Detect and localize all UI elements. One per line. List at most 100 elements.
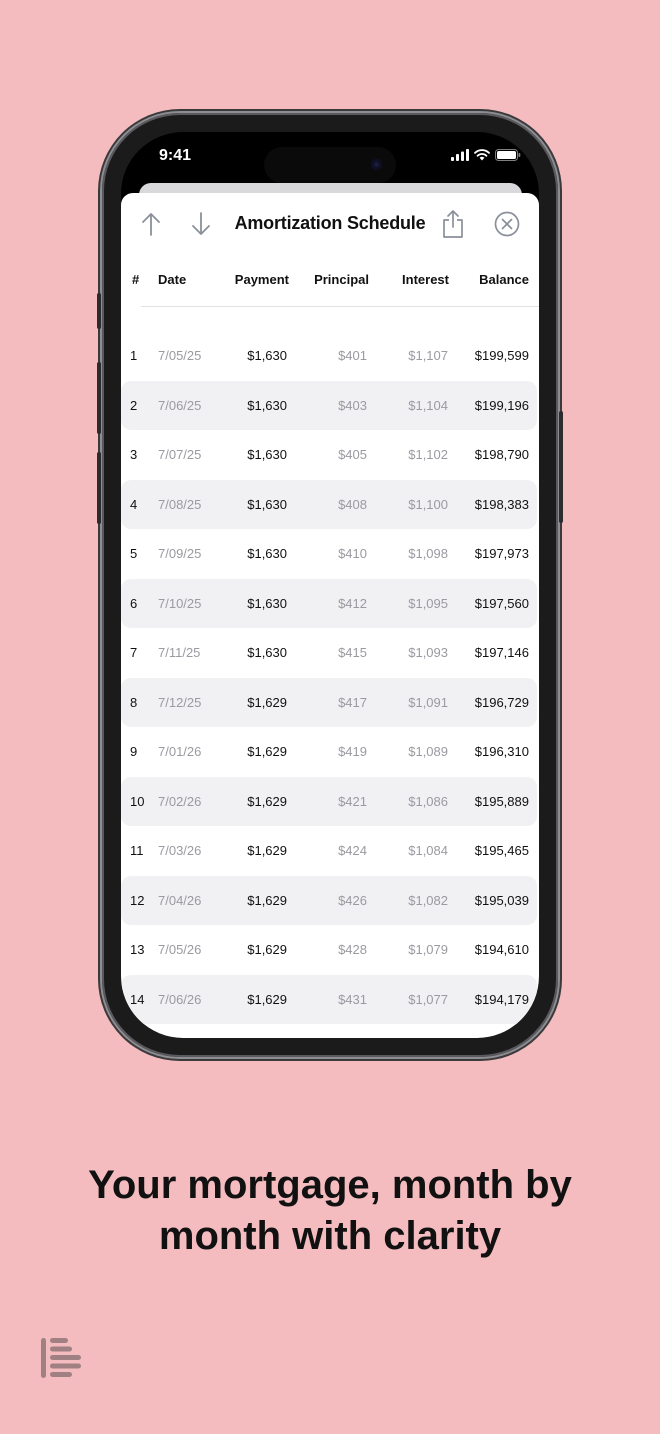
row-principal: $410 xyxy=(338,546,367,561)
row-interest: $1,093 xyxy=(408,645,448,660)
row-principal: $419 xyxy=(338,744,367,759)
row-payment: $1,629 xyxy=(247,991,287,1007)
row-balance: $195,039 xyxy=(474,892,529,908)
row-num: 1 xyxy=(130,348,138,363)
header-principal: Principal xyxy=(314,272,369,287)
row-num: 2 xyxy=(130,397,138,413)
caption-line-1: Your mortgage, month by xyxy=(88,1163,572,1207)
row-principal: $426 xyxy=(338,892,367,908)
row-num: 7 xyxy=(130,645,138,660)
close-button[interactable] xyxy=(492,209,522,239)
row-principal: $415 xyxy=(338,645,367,660)
action-button xyxy=(97,293,101,329)
row-principal: $417 xyxy=(338,694,367,710)
row-date: 7/08/25 xyxy=(158,496,202,512)
header-interest: Interest xyxy=(402,272,449,287)
row-balance: $198,790 xyxy=(474,447,529,462)
row-payment: $1,630 xyxy=(247,397,287,413)
row-balance: $196,729 xyxy=(474,694,529,710)
row-balance: $197,146 xyxy=(474,645,529,660)
table-row[interactable]: 3 7/07/25 $1,630 $405 $1,102 $198,790 xyxy=(121,430,537,480)
share-button[interactable] xyxy=(438,209,468,239)
power-button xyxy=(559,411,563,523)
table-row[interactable]: 1 7/05/25 $1,630 $401 $1,107 $199,599 xyxy=(121,331,537,381)
row-balance: $195,889 xyxy=(474,793,529,809)
row-principal: $424 xyxy=(338,843,367,858)
row-date: 7/02/26 xyxy=(158,793,202,809)
row-principal: $428 xyxy=(338,942,367,957)
camera-icon xyxy=(371,159,382,170)
table-row[interactable]: 2 7/06/25 $1,630 $403 $1,104 $199,196 xyxy=(121,380,537,430)
row-num: 12 xyxy=(130,892,145,908)
row-balance: $194,179 xyxy=(474,991,529,1007)
row-payment: $1,630 xyxy=(247,645,287,660)
row-payment: $1,630 xyxy=(247,546,287,561)
row-date: 7/01/26 xyxy=(158,744,202,759)
table-row[interactable]: 9 7/01/26 $1,629 $419 $1,089 $196,310 xyxy=(121,727,537,777)
row-payment: $1,629 xyxy=(247,793,287,809)
table-row[interactable]: 6 7/10/25 $1,630 $412 $1,095 $197,560 xyxy=(121,578,537,628)
caption-line-2: month with clarity xyxy=(158,1214,502,1258)
header-date: Date xyxy=(158,272,187,287)
row-interest: $1,089 xyxy=(408,744,448,759)
wifi-icon xyxy=(474,149,490,161)
row-payment: $1,629 xyxy=(247,892,287,908)
table-row[interactable]: 13 7/05/26 $1,629 $428 $1,079 $194,610 xyxy=(121,925,537,975)
row-interest: $1,095 xyxy=(408,595,448,611)
sheet-toolbar: Amortization Schedule xyxy=(121,193,539,253)
row-principal: $431 xyxy=(338,991,367,1007)
row-payment: $1,629 xyxy=(247,843,287,858)
row-balance: $196,310 xyxy=(474,744,529,759)
share-icon xyxy=(443,210,463,238)
row-principal: $408 xyxy=(338,496,367,512)
table-row[interactable]: 14 7/06/26 $1,629 $431 $1,077 $194,179 xyxy=(121,974,537,1024)
row-num: 9 xyxy=(130,744,138,759)
battery-icon xyxy=(495,149,521,161)
row-principal: $412 xyxy=(338,595,367,611)
app-logo-icon xyxy=(41,1338,81,1378)
row-interest: $1,077 xyxy=(408,991,448,1007)
header-divider xyxy=(141,306,539,307)
row-num: 14 xyxy=(130,991,145,1007)
row-payment: $1,630 xyxy=(247,447,287,462)
row-interest: $1,098 xyxy=(408,546,448,561)
row-balance: $199,196 xyxy=(474,397,529,413)
table-row[interactable]: 11 7/03/26 $1,629 $424 $1,084 $195,465 xyxy=(121,826,537,876)
row-balance: $197,560 xyxy=(474,595,529,611)
volume-up-button xyxy=(97,362,101,434)
volume-down-button xyxy=(97,452,101,524)
row-payment: $1,629 xyxy=(247,744,287,759)
row-interest: $1,091 xyxy=(408,694,448,710)
row-interest: $1,102 xyxy=(408,447,448,462)
row-date: 7/11/25 xyxy=(158,645,201,660)
table-row[interactable]: 8 7/12/25 $1,629 $417 $1,091 $196,729 xyxy=(121,677,537,727)
row-num: 4 xyxy=(130,496,138,512)
row-num: 3 xyxy=(130,447,138,462)
row-date: 7/07/25 xyxy=(158,447,202,462)
row-date: 7/06/26 xyxy=(158,991,202,1007)
row-date: 7/05/25 xyxy=(158,348,202,363)
status-icons xyxy=(451,149,521,161)
row-principal: $401 xyxy=(338,348,367,363)
row-date: 7/06/25 xyxy=(158,397,202,413)
table-row[interactable]: 12 7/04/26 $1,629 $426 $1,082 $195,039 xyxy=(121,875,537,925)
row-balance: $199,599 xyxy=(474,348,529,363)
row-date: 7/12/25 xyxy=(158,694,202,710)
table-row[interactable]: 5 7/09/25 $1,630 $410 $1,098 $197,973 xyxy=(121,529,537,579)
table-row[interactable]: 4 7/08/25 $1,630 $408 $1,100 $198,383 xyxy=(121,479,537,529)
header-payment: Payment xyxy=(234,272,289,287)
row-interest: $1,104 xyxy=(408,397,448,413)
row-num: 5 xyxy=(130,546,138,561)
row-num: 6 xyxy=(130,595,138,611)
row-interest: $1,082 xyxy=(408,892,448,908)
header-num: # xyxy=(132,272,140,287)
row-interest: $1,086 xyxy=(408,793,448,809)
row-balance: $195,465 xyxy=(474,843,529,858)
row-date: 7/10/25 xyxy=(158,595,202,611)
row-payment: $1,629 xyxy=(247,942,287,957)
row-interest: $1,084 xyxy=(408,843,448,858)
table-row[interactable]: 10 7/02/26 $1,629 $421 $1,086 $195,889 xyxy=(121,776,537,826)
row-principal: $421 xyxy=(338,793,367,809)
table-row[interactable]: 7 7/11/25 $1,630 $415 $1,093 $197,146 xyxy=(121,628,537,678)
row-num: 13 xyxy=(130,942,145,957)
